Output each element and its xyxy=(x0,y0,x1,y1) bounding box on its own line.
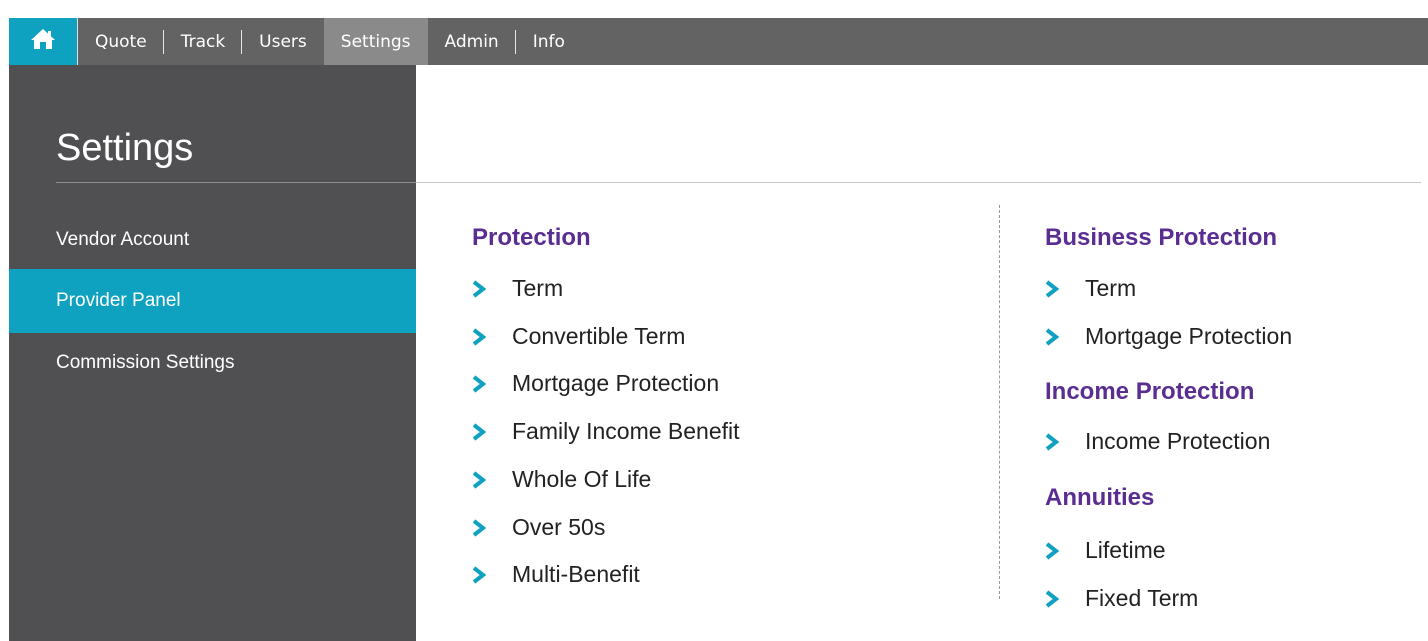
top-nav-bar: Quote Track Users Settings Admin Info xyxy=(9,18,1428,65)
heading-protection: Protection xyxy=(472,224,591,251)
column-divider xyxy=(999,205,1000,599)
link-label: Mortgage Protection xyxy=(1085,323,1293,349)
link-label: Whole Of Life xyxy=(512,466,652,492)
link-multi-benefit[interactable]: Multi-Benefit xyxy=(472,561,640,588)
chevron-right-icon xyxy=(472,374,492,394)
link-income-protection[interactable]: Income Protection xyxy=(1045,428,1270,455)
chevron-right-icon xyxy=(472,565,492,585)
sidebar-title: Settings xyxy=(56,127,194,169)
nav-track[interactable]: Track xyxy=(164,18,243,65)
nav-users[interactable]: Users xyxy=(242,18,324,65)
link-lifetime[interactable]: Lifetime xyxy=(1045,537,1166,564)
link-business-term[interactable]: Term xyxy=(1045,275,1136,302)
home-button[interactable] xyxy=(9,18,78,65)
nav-quote[interactable]: Quote xyxy=(78,18,164,65)
nav-settings[interactable]: Settings xyxy=(323,18,428,65)
sidebar-item-provider-panel[interactable]: Provider Panel xyxy=(9,269,416,333)
sidebar: Settings Vendor Account Provider Panel C… xyxy=(9,65,416,641)
link-business-mortgage-protection[interactable]: Mortgage Protection xyxy=(1045,323,1292,350)
link-label: Over 50s xyxy=(512,514,606,540)
chevron-right-icon xyxy=(1045,541,1065,561)
link-term[interactable]: Term xyxy=(472,275,563,302)
link-whole-of-life[interactable]: Whole Of Life xyxy=(472,466,651,493)
link-label: Term xyxy=(512,275,564,301)
sidebar-item-commission-settings[interactable]: Commission Settings xyxy=(9,331,416,395)
home-icon xyxy=(30,28,56,55)
link-mortgage-protection[interactable]: Mortgage Protection xyxy=(472,370,719,397)
chevron-right-icon xyxy=(1045,279,1065,299)
link-label: Lifetime xyxy=(1085,537,1166,563)
heading-income-protection: Income Protection xyxy=(1045,378,1255,405)
chevron-right-icon xyxy=(472,279,492,299)
link-family-income-benefit[interactable]: Family Income Benefit xyxy=(472,418,740,445)
link-label: Fixed Term xyxy=(1085,585,1199,611)
link-label: Multi-Benefit xyxy=(512,561,640,587)
nav-info[interactable]: Info xyxy=(516,18,582,65)
nav-admin[interactable]: Admin xyxy=(428,18,516,65)
chevron-right-icon xyxy=(472,422,492,442)
chevron-right-icon xyxy=(1045,432,1065,452)
chevron-right-icon xyxy=(1045,327,1065,347)
chevron-right-icon xyxy=(1045,589,1065,609)
link-over-50s[interactable]: Over 50s xyxy=(472,514,605,541)
heading-annuities: Annuities xyxy=(1045,484,1155,511)
chevron-right-icon xyxy=(472,327,492,347)
link-convertible-term[interactable]: Convertible Term xyxy=(472,323,685,350)
link-label: Term xyxy=(1085,275,1137,301)
chevron-right-icon xyxy=(472,470,492,490)
heading-business-protection: Business Protection xyxy=(1045,224,1278,251)
chevron-right-icon xyxy=(472,518,492,538)
link-label: Mortgage Protection xyxy=(512,370,720,396)
link-label: Family Income Benefit xyxy=(512,418,740,444)
sidebar-divider xyxy=(56,182,416,183)
link-label: Income Protection xyxy=(1085,428,1271,454)
link-fixed-term[interactable]: Fixed Term xyxy=(1045,585,1198,612)
content-divider xyxy=(416,182,1421,183)
sidebar-item-vendor-account[interactable]: Vendor Account xyxy=(9,208,416,272)
link-label: Convertible Term xyxy=(512,323,686,349)
